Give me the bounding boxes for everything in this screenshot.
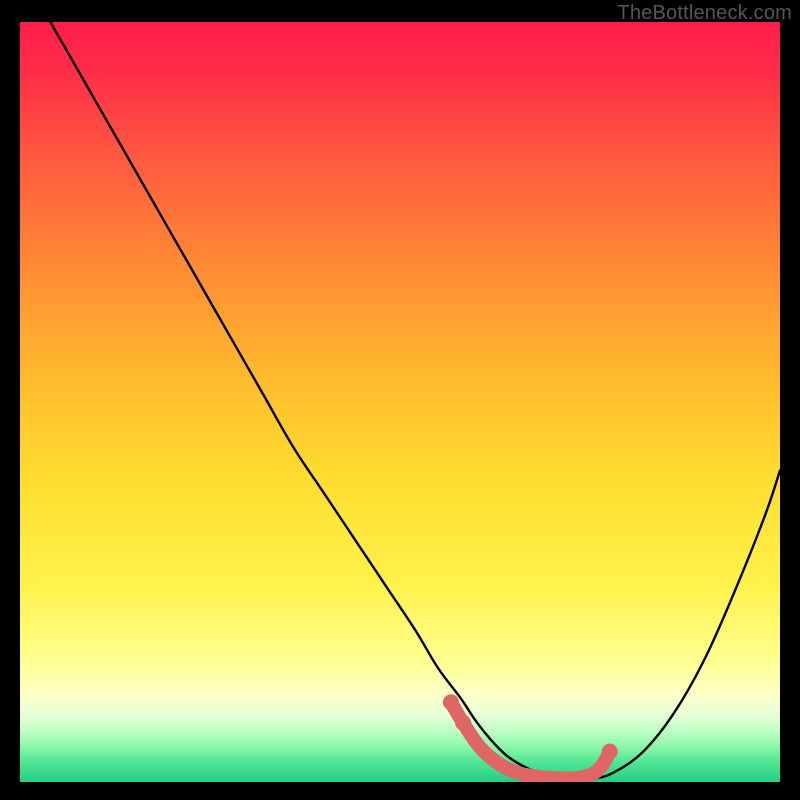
highlight-dot: [455, 715, 471, 731]
bottleneck-chart: [20, 22, 780, 782]
gradient-background: [20, 22, 780, 782]
chart-frame: [20, 22, 780, 782]
highlight-dot: [602, 744, 618, 760]
watermark-label: TheBottleneck.com: [617, 2, 792, 25]
highlight-dot: [443, 694, 459, 710]
